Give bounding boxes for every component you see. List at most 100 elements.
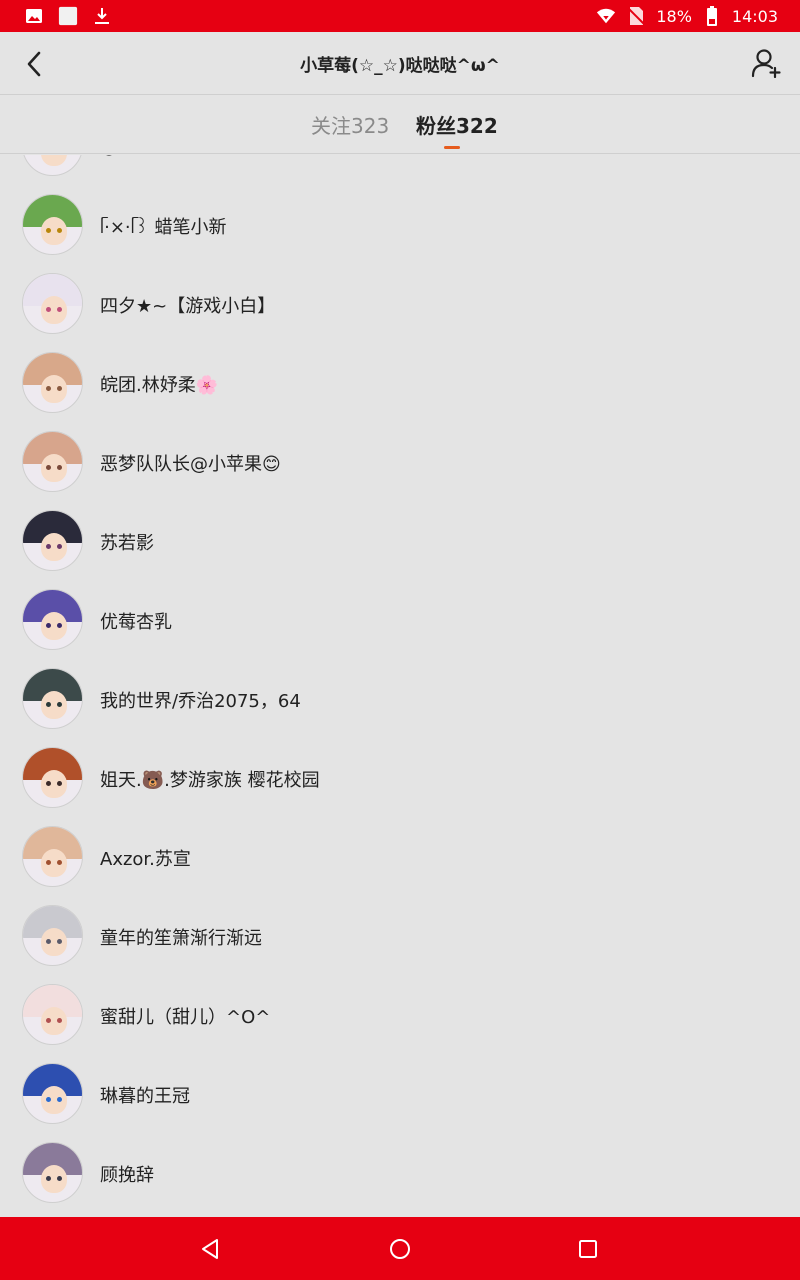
- avatar-eye: [57, 939, 62, 944]
- list-item[interactable]: 姐天.🐻.梦游家族 樱花校园: [0, 747, 800, 826]
- list-item[interactable]: 童年的笙箫渐行渐远: [0, 905, 800, 984]
- avatar-eye: [46, 386, 51, 391]
- avatar[interactable]: [22, 1142, 83, 1203]
- avatar-eye: [57, 860, 62, 865]
- avatar[interactable]: [22, 826, 83, 887]
- clock: 14:03: [731, 6, 778, 26]
- avatar[interactable]: [22, 905, 83, 966]
- avatar-face: [41, 691, 67, 719]
- add-user-button[interactable]: [750, 46, 784, 80]
- avatar-eye: [57, 228, 62, 233]
- avatar-face: [41, 296, 67, 324]
- list-item[interactable]: 优莓杏乳: [0, 589, 800, 668]
- fan-name: ᥬ·×·ᥬ꒱ 蜡笔小新: [100, 217, 227, 238]
- recents-square-icon: [579, 1240, 597, 1258]
- avatar-face: [41, 849, 67, 877]
- avatar-eye: [46, 781, 51, 786]
- list-item[interactable]: 顾挽辞: [0, 1142, 800, 1217]
- avatar-eye: [46, 307, 51, 312]
- battery-icon: [702, 6, 722, 26]
- avatar-eye: [46, 1018, 51, 1023]
- tab-following[interactable]: 关注323: [311, 110, 389, 139]
- tab-fans[interactable]: 粉丝322: [416, 110, 498, 139]
- avatar-face: [41, 533, 67, 561]
- list-item[interactable]: Axzor.苏宣: [0, 826, 800, 905]
- avatar-face: [41, 612, 67, 640]
- fan-name: 蜜甜儿（甜儿）^O^: [100, 1007, 271, 1028]
- fans-list[interactable]: ㋡宝 ᥬ·×·ᥬ꒱ 蜡笔小新四夕★~【游戏小白】皖团.林妤柔🌸 恶梦队队长@小苹果😊…: [0, 155, 800, 1217]
- fan-name: 顾挽辞: [100, 1165, 154, 1186]
- back-button[interactable]: [18, 48, 50, 80]
- avatar[interactable]: [22, 984, 83, 1045]
- image-icon: [24, 6, 44, 26]
- avatar-eye: [57, 544, 62, 549]
- avatar[interactable]: [22, 431, 83, 492]
- status-bar: 18% 14:03: [0, 0, 800, 32]
- avatar[interactable]: [22, 1063, 83, 1124]
- home-circle-icon: [390, 1239, 410, 1259]
- list-item[interactable]: 苏若影: [0, 510, 800, 589]
- avatar[interactable]: [22, 273, 83, 334]
- wifi-icon: [596, 6, 616, 26]
- list-item[interactable]: 四夕★~【游戏小白】: [0, 273, 800, 352]
- avatar-eye: [57, 1097, 62, 1102]
- follow-tabs: 关注323 粉丝322: [0, 96, 800, 154]
- avatar[interactable]: [22, 510, 83, 571]
- list-item[interactable]: 皖团.林妤柔🌸: [0, 352, 800, 431]
- nav-recents-button[interactable]: [575, 1236, 601, 1262]
- fan-name: 我的世界/乔治2075，64: [100, 691, 301, 712]
- avatar-eye: [46, 228, 51, 233]
- avatar-face: [41, 1165, 67, 1193]
- fan-name: ㋡宝: [100, 155, 136, 160]
- avatar-eye: [57, 1018, 62, 1023]
- list-item[interactable]: 恶梦队队长@小苹果😊: [0, 431, 800, 510]
- fan-name: 四夕★~【游戏小白】: [100, 296, 276, 317]
- top-app-bar: 小草莓(☆_☆)哒哒哒^ω^: [0, 32, 800, 95]
- avatar[interactable]: [22, 668, 83, 729]
- avatar-eye: [57, 702, 62, 707]
- system-nav-bar: [0, 1217, 800, 1280]
- avatar-face: [41, 375, 67, 403]
- avatar-eye: [46, 544, 51, 549]
- list-item[interactable]: 蜜甜儿（甜儿）^O^: [0, 984, 800, 1063]
- avatar-eye: [57, 623, 62, 628]
- avatar-face: [41, 770, 67, 798]
- avatar-face: [41, 928, 67, 956]
- list-item[interactable]: ㋡宝: [0, 155, 800, 194]
- list-item[interactable]: 我的世界/乔治2075，64: [0, 668, 800, 747]
- list-item[interactable]: 琳暮的王冠: [0, 1063, 800, 1142]
- no-sim-icon: [626, 6, 646, 26]
- avatar-eye: [46, 1176, 51, 1181]
- fan-name: 优莓杏乳: [100, 612, 172, 633]
- page-title: 小草莓(☆_☆)哒哒哒^ω^: [300, 55, 500, 76]
- nav-home-button[interactable]: [387, 1236, 413, 1262]
- avatar[interactable]: [22, 155, 83, 176]
- avatar[interactable]: [22, 747, 83, 808]
- avatar-eye: [46, 465, 51, 470]
- chevron-left-icon: [27, 51, 41, 77]
- download-icon: [92, 6, 112, 26]
- avatar-eye: [46, 1097, 51, 1102]
- avatar-face: [41, 217, 67, 245]
- avatar-eye: [57, 386, 62, 391]
- fan-name: Axzor.苏宣: [100, 849, 191, 870]
- avatar-face: [41, 155, 67, 166]
- avatar-eye: [46, 860, 51, 865]
- avatar[interactable]: [22, 589, 83, 650]
- avatar-face: [41, 454, 67, 482]
- nav-back-button[interactable]: [197, 1236, 223, 1262]
- fan-name: 童年的笙箫渐行渐远: [100, 928, 262, 949]
- add-user-icon: [751, 49, 781, 78]
- fan-name: 姐天.🐻.梦游家族 樱花校园: [100, 770, 320, 791]
- back-triangle-icon: [202, 1239, 218, 1259]
- avatar[interactable]: [22, 194, 83, 255]
- fan-name: 琳暮的王冠: [100, 1086, 190, 1107]
- battery-percent: 18%: [656, 6, 692, 26]
- avatar-face: [41, 1007, 67, 1035]
- avatar-eye: [57, 307, 62, 312]
- avatar-face: [41, 1086, 67, 1114]
- fan-name: 皖团.林妤柔🌸: [100, 375, 219, 396]
- square-icon: [58, 6, 78, 26]
- avatar[interactable]: [22, 352, 83, 413]
- list-item[interactable]: ᥬ·×·ᥬ꒱ 蜡笔小新: [0, 194, 800, 273]
